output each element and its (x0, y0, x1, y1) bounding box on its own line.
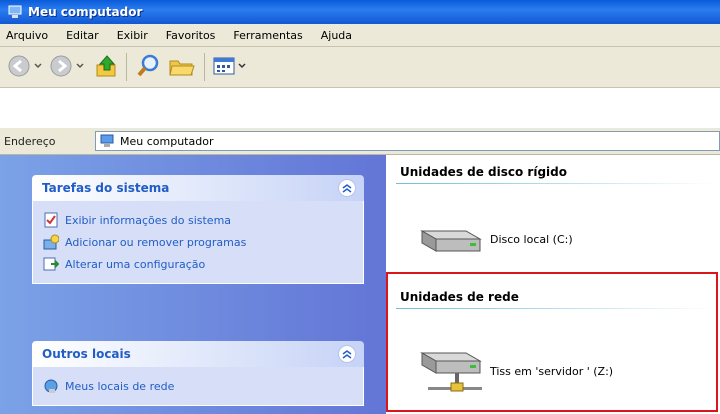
menu-favoritos[interactable]: Favoritos (157, 29, 225, 42)
window-title: Meu computador (28, 5, 143, 19)
forward-dropdown-icon[interactable] (76, 63, 84, 69)
back-dropdown-icon[interactable] (34, 63, 42, 69)
add-remove-programs-icon (43, 234, 59, 250)
address-field[interactable]: Meu computador (95, 131, 720, 151)
menu-bar: Arquivo Editar Exibir Favoritos Ferramen… (0, 24, 720, 47)
place-network[interactable]: Meus locais de rede (43, 375, 353, 397)
drive-c[interactable]: Disco local (C:) (416, 217, 573, 261)
system-tasks-body: Exibir informações do sistema Adicionar … (32, 201, 364, 284)
task-change-setting[interactable]: Alterar uma configuração (43, 253, 353, 275)
task-label: Adicionar ou remover programas (65, 235, 247, 249)
menu-arquivo[interactable]: Arquivo (0, 29, 57, 42)
views-dropdown-icon[interactable] (238, 63, 246, 69)
back-icon[interactable] (8, 55, 30, 77)
menu-ferramentas[interactable]: Ferramentas (224, 29, 311, 42)
drive-label: Disco local (C:) (490, 232, 573, 246)
forward-icon[interactable] (50, 55, 72, 77)
other-places-title: Outros locais (42, 347, 131, 361)
task-label: Exibir informações do sistema (65, 213, 232, 227)
title-bar[interactable]: Meu computador (0, 0, 720, 24)
other-places-body: Meus locais de rede (32, 367, 364, 406)
menu-ajuda[interactable]: Ajuda (312, 29, 361, 42)
search-icon[interactable] (136, 53, 162, 79)
collapse-chevron-icon[interactable] (338, 345, 356, 363)
my-computer-icon (8, 5, 22, 18)
group-divider (396, 183, 716, 184)
collapse-chevron-icon[interactable] (338, 179, 356, 197)
other-places-header[interactable]: Outros locais (32, 341, 364, 367)
change-setting-icon (43, 257, 59, 271)
other-places-panel: Outros locais Meus locais de rede (32, 341, 364, 406)
hard-disk-icon (420, 230, 482, 252)
address-value: Meu computador (120, 134, 214, 148)
highlight-box (386, 272, 718, 412)
views-icon[interactable] (212, 55, 236, 77)
system-tasks-panel: Tarefas do sistema Exibir informações do… (32, 175, 364, 284)
up-folder-icon[interactable] (94, 53, 120, 79)
network-places-icon (44, 379, 58, 393)
system-tasks-header[interactable]: Tarefas do sistema (32, 175, 364, 201)
menu-exibir[interactable]: Exibir (108, 29, 157, 42)
toolbar (0, 47, 720, 88)
task-label: Alterar uma configuração (65, 257, 206, 271)
system-tasks-title: Tarefas do sistema (42, 181, 170, 195)
task-view-system-info[interactable]: Exibir informações do sistema (43, 209, 353, 231)
system-info-icon (44, 212, 58, 228)
task-add-remove-programs[interactable]: Adicionar ou remover programas (43, 231, 353, 253)
my-computer-icon (100, 134, 114, 147)
address-label: Endereço (4, 134, 56, 148)
task-pane: Tarefas do sistema Exibir informações do… (0, 155, 386, 414)
place-label: Meus locais de rede (65, 379, 175, 393)
address-bar: Endereço Meu computador (0, 128, 720, 155)
menu-editar[interactable]: Editar (57, 29, 108, 42)
hard-disks-group-title: Unidades de disco rígido (400, 165, 567, 179)
folders-icon[interactable] (168, 53, 196, 79)
